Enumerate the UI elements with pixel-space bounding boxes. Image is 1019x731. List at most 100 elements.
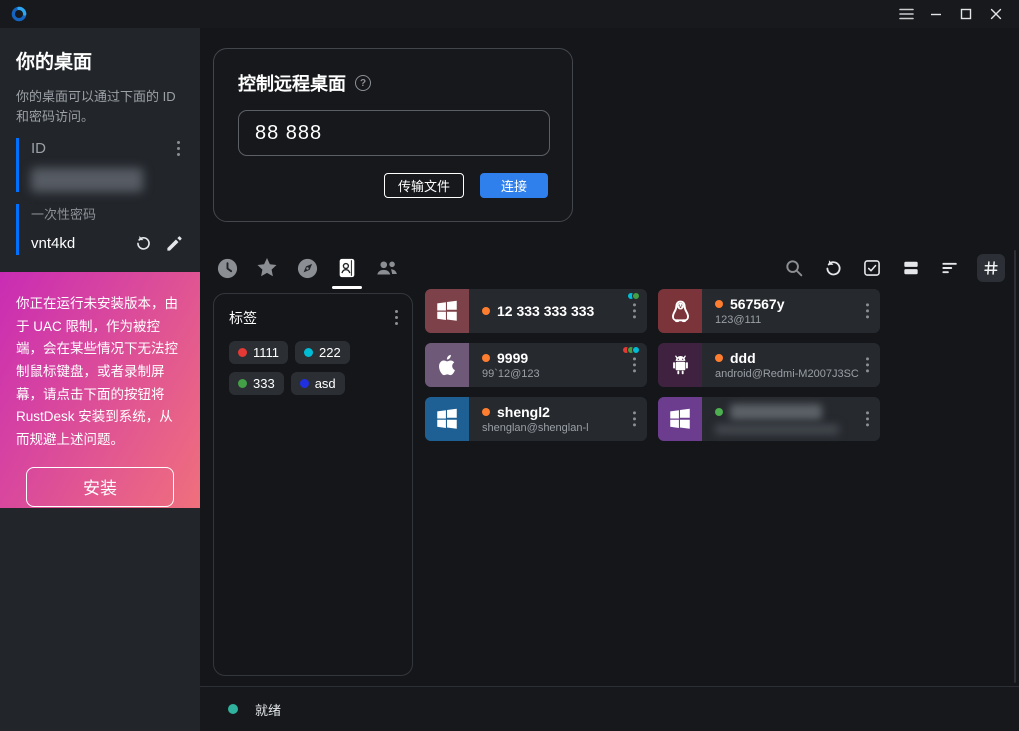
peer-username-redacted [715, 424, 839, 435]
peer-status-dot [482, 354, 490, 362]
tag-color-dot [238, 348, 247, 357]
remote-id-input[interactable] [238, 110, 550, 156]
warning-text: 你正在运行未安装版本，由于 UAC 限制，作为被控端，会在某些情况下无法控制鼠标… [16, 293, 184, 452]
scrollbar[interactable] [1014, 250, 1016, 683]
install-button[interactable]: 安装 [26, 467, 174, 507]
search-icon[interactable] [782, 256, 806, 280]
discovered-icon [296, 257, 319, 280]
minimize-button[interactable] [921, 0, 951, 28]
recent-sessions-icon [216, 257, 239, 280]
tag-color-dot [238, 379, 247, 388]
tab-favorites[interactable] [255, 256, 279, 280]
tag-label: 1111 [253, 345, 279, 360]
multi-select-icon[interactable] [860, 256, 884, 280]
sidebar-title: 你的桌面 [16, 47, 184, 74]
connect-button[interactable]: 连接 [480, 173, 548, 198]
id-label: ID [31, 140, 46, 157]
connect-card-title: 控制远程桌面 [238, 70, 346, 96]
tag-color-dot [304, 348, 313, 357]
warning-panel: 你正在运行未安装版本，由于 UAC 限制，作为被控端，会在某些情况下无法控制鼠标… [0, 272, 200, 508]
peer-tag-dots [625, 346, 640, 354]
menu-icon[interactable] [891, 0, 921, 28]
peer-status-dot [715, 408, 723, 416]
windows-os-icon [658, 397, 702, 441]
peer-name: 12 333 333 333 [497, 303, 594, 319]
close-button[interactable] [981, 0, 1011, 28]
tags-title: 标签 [229, 308, 257, 328]
group-icon [375, 256, 399, 280]
refresh-password-icon[interactable] [134, 234, 153, 253]
peer-name: 9999 [497, 350, 528, 366]
peer-card[interactable]: 567567y 123@111 [658, 289, 880, 333]
linux-os-icon [658, 289, 702, 333]
peer-username: 99`12@123 [482, 368, 540, 380]
tag-label: asd [315, 376, 336, 391]
favorites-icon [255, 256, 279, 280]
view-grid-icon[interactable] [977, 254, 1005, 282]
peer-menu-icon[interactable] [629, 300, 640, 321]
peer-status-dot [715, 354, 723, 362]
peer-tag-dots [630, 292, 640, 300]
peer-card[interactable]: shengl2 shenglan@shenglan-l [425, 397, 647, 441]
android-os-icon [658, 343, 702, 387]
help-icon[interactable]: ? [355, 75, 371, 91]
tags-menu-icon[interactable] [391, 307, 402, 328]
peer-username: shenglan@shenglan-l [482, 422, 589, 434]
tag-chip[interactable]: asd [291, 372, 345, 395]
selected-tab-underline [332, 286, 362, 289]
peer-menu-icon[interactable] [862, 300, 873, 321]
password-label: 一次性密码 [31, 207, 96, 222]
id-menu-icon[interactable] [173, 138, 184, 159]
peer-menu-icon[interactable] [629, 354, 640, 375]
tab-recent-sessions[interactable] [215, 256, 239, 280]
main-area: 控制远程桌面 ? 传输文件 连接 [200, 28, 1019, 731]
peer-status-dot [482, 408, 490, 416]
tag-color-dot [300, 379, 309, 388]
tab-address-book[interactable] [335, 256, 359, 280]
tag-chips: 1111 222 333 asd [229, 341, 402, 395]
peer-name: ddd [730, 350, 756, 366]
peers-toolbar [782, 254, 1005, 282]
password-section: 一次性密码 vnt4kd [16, 204, 184, 255]
tag-chip[interactable]: 333 [229, 372, 284, 395]
tag-chip[interactable]: 1111 [229, 341, 288, 364]
tags-panel: 标签 1111 222 333 asd [213, 293, 413, 676]
tag-label: 222 [319, 345, 341, 360]
connection-status-text: 就绪 [255, 700, 281, 719]
peer-menu-icon[interactable] [862, 354, 873, 375]
tab-group[interactable] [375, 256, 399, 280]
peer-card[interactable]: ddd android@Redmi-M2007J3SC [658, 343, 880, 387]
password-value: vnt4kd [31, 235, 122, 252]
peer-card[interactable]: 12 333 333 333 [425, 289, 647, 333]
peer-name: 567567y [730, 296, 785, 312]
sort-icon[interactable] [938, 256, 962, 280]
sidebar: 你的桌面 你的桌面可以通过下面的 ID 和密码访问。 ID 一次性密码 vnt4… [0, 28, 200, 731]
apple-os-icon [425, 343, 469, 387]
tab-discovered[interactable] [295, 256, 319, 280]
peer-menu-icon[interactable] [862, 408, 873, 429]
edit-password-icon[interactable] [165, 234, 184, 253]
peer-card[interactable] [658, 397, 880, 441]
peer-username: android@Redmi-M2007J3SC [715, 368, 859, 380]
peers-grid: 12 333 333 333 [425, 289, 1019, 441]
tabbar [215, 248, 1005, 288]
maximize-button[interactable] [951, 0, 981, 28]
id-section: ID [16, 138, 184, 192]
refresh-icon[interactable] [821, 256, 845, 280]
statusbar: 就绪 [200, 686, 1019, 731]
view-list-icon[interactable] [899, 256, 923, 280]
rustdesk-window: 你的桌面 你的桌面可以通过下面的 ID 和密码访问。 ID 一次性密码 vnt4… [0, 0, 1019, 731]
transfer-file-button[interactable]: 传输文件 [384, 173, 464, 198]
windows-os-icon [425, 289, 469, 333]
tag-label: 333 [253, 376, 275, 391]
peer-menu-icon[interactable] [629, 408, 640, 429]
peer-card[interactable]: 9999 99`12@123 [425, 343, 647, 387]
peer-username: 123@111 [715, 314, 785, 326]
peer-name-redacted [730, 404, 822, 420]
tag-chip[interactable]: 222 [295, 341, 350, 364]
peer-status-dot [715, 300, 723, 308]
peer-name: shengl2 [497, 404, 550, 420]
address-book-icon [336, 256, 358, 280]
id-value-redacted [31, 168, 143, 192]
sidebar-description: 你的桌面可以通过下面的 ID 和密码访问。 [16, 87, 188, 126]
